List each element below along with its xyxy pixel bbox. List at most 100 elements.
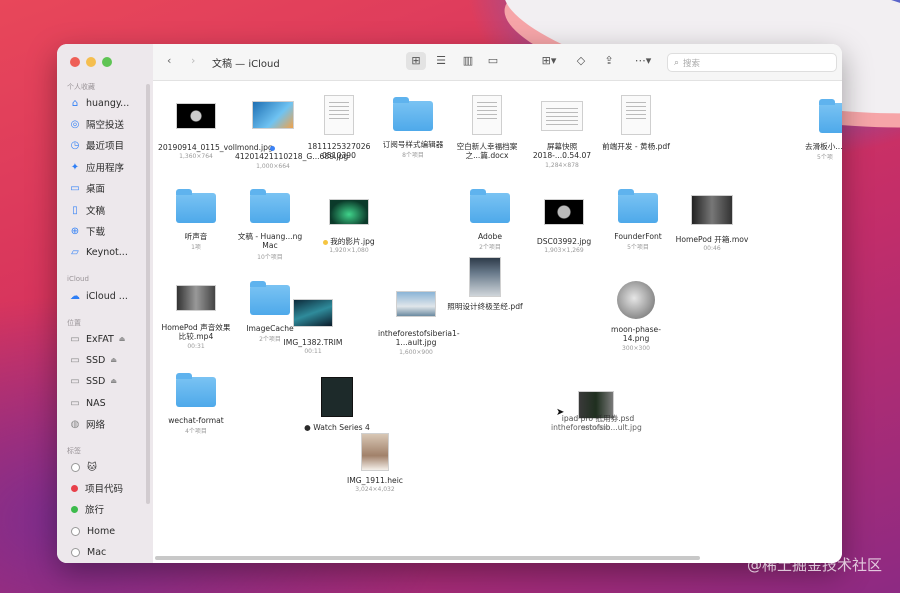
sidebar-section-icloud: iCloud — [67, 275, 89, 283]
sidebar-section-tags: 标签 — [67, 447, 81, 455]
file-item[interactable]: Adobe 2个项目 — [452, 189, 528, 251]
sidebar-tag-cat[interactable]: 🐱 — [69, 459, 97, 475]
file-item[interactable]: FounderFont 5个项目 — [600, 189, 676, 251]
sidebar-tag-home[interactable]: Home — [69, 523, 115, 539]
cloud-icon: ☁ — [70, 290, 80, 302]
folder-icon — [618, 189, 658, 223]
close-button[interactable] — [70, 57, 80, 67]
file-item[interactable]: HomePod 开箱.mov 00:46 — [674, 195, 750, 252]
apple-icon: ● — [304, 423, 311, 432]
sidebar: 个人收藏 ⌂ huangy... ◎ 隔空投送 ◷ 最近项目 ✦ 应用程序 ▭ 桌面 ▯ 文… — [57, 44, 154, 563]
sidebar-tag-project-code[interactable]: 项目代码 — [69, 480, 123, 496]
sidebar-scrollbar[interactable] — [146, 84, 150, 504]
mouse-cursor-icon: ➤ — [556, 407, 565, 418]
sidebar-item-downloads[interactable]: ⊕ 下载 — [69, 223, 105, 239]
folder-icon — [176, 189, 216, 223]
file-item[interactable]: 屏幕快照 2018-...0.54.07 1,284×878 — [524, 101, 600, 169]
forward-button[interactable]: › — [191, 54, 195, 67]
gallery-view-button[interactable]: ▭ — [483, 52, 503, 70]
folder-icon — [819, 99, 842, 133]
globe-icon: ◍ — [70, 418, 80, 430]
file-item[interactable]: moon-phase-14.png 300×300 — [598, 281, 674, 352]
file-item[interactable]: intheforestofsib...ult.jpg ipad pro 抵用券.… — [551, 391, 642, 432]
file-item[interactable]: wechat-format 4个项目 — [158, 373, 234, 435]
group-button[interactable]: ⊞▾ — [536, 52, 562, 70]
folder-icon — [393, 97, 433, 131]
tag-dot — [71, 526, 80, 536]
image-thumbnail — [329, 199, 369, 225]
sidebar-item-keynote[interactable]: ▱ Keynot... — [69, 244, 128, 260]
column-view-button[interactable]: ▥ — [458, 52, 478, 70]
toolbar: ‹ › 文稿 — iCloud ⊞ ☰ ▥ ▭ ⊞▾ ◇ ⇪ ⋯▾ ⌕ 搜索 — [153, 44, 842, 81]
home-icon: ⌂ — [71, 97, 79, 109]
folder-icon — [250, 189, 290, 223]
document-thumbnail — [324, 95, 354, 135]
eject-icon[interactable]: ⏏ — [119, 335, 126, 343]
file-item[interactable]: 我的影片.jpg 1,920×1,080 — [311, 199, 387, 254]
eject-icon[interactable]: ⏏ — [110, 356, 117, 364]
folder-icon: ▱ — [71, 246, 79, 258]
share-icon[interactable]: ⇪ — [599, 52, 619, 70]
sidebar-tag-travel[interactable]: 旅行 — [69, 501, 104, 517]
eject-icon[interactable]: ⏏ — [110, 377, 117, 385]
file-item[interactable]: IMG_1382.TRIM 00:11 — [275, 299, 351, 355]
minimize-button[interactable] — [86, 57, 96, 67]
video-thumbnail — [176, 285, 216, 311]
pdf-thumbnail — [469, 257, 501, 297]
sidebar-item-home[interactable]: ⌂ huangy... — [69, 95, 129, 111]
file-item[interactable]: DSC03992.jpg 1,903×1,269 — [526, 199, 602, 254]
drive-icon: ▭ — [70, 354, 80, 366]
tag-dot — [269, 145, 275, 151]
file-item[interactable]: ● Watch Series 4 — [299, 377, 375, 432]
file-item[interactable]: 1811125327026 0510390 — [301, 95, 377, 161]
file-item[interactable]: 20190914_0115_vollmond.jpg 1,360×764 — [158, 103, 273, 160]
tag-dot — [71, 505, 78, 513]
zoom-button[interactable] — [102, 57, 112, 67]
file-item[interactable]: 文稿 - Huang...ng Mac 10个项目 — [232, 189, 308, 261]
sidebar-item-icloud-drive[interactable]: ☁ iCloud ... — [69, 288, 128, 304]
file-item[interactable]: intheforestofsiberia1-1...ault.jpg 1,600… — [378, 291, 460, 356]
more-actions-button[interactable]: ⋯▾ — [629, 52, 657, 70]
tag-dot — [323, 239, 329, 245]
file-item[interactable]: 前端开发 - 黄杨.pdf — [598, 95, 674, 151]
file-item[interactable]: 听声音 1项 — [158, 189, 234, 251]
image-thumbnail — [252, 101, 294, 129]
back-button[interactable]: ‹ — [167, 54, 171, 67]
search-field[interactable]: ⌕ 搜索 — [667, 53, 837, 72]
horizontal-scrollbar[interactable] — [155, 556, 700, 560]
moon-thumbnail — [617, 281, 655, 319]
file-item[interactable]: 空白新人幸福档案 之...篇.docx — [449, 95, 525, 161]
icon-view-button[interactable]: ⊞ — [406, 52, 426, 70]
sidebar-section-locations: 位置 — [67, 319, 81, 327]
window-title: 文稿 — iCloud — [212, 59, 280, 70]
tag-icon[interactable]: ◇ — [571, 52, 591, 70]
sidebar-item-exfat[interactable]: ▭ ExFAT ⏏ — [69, 331, 125, 347]
sidebar-item-airdrop[interactable]: ◎ 隔空投送 — [69, 116, 124, 132]
list-view-button[interactable]: ☰ — [431, 52, 451, 70]
apps-icon: ✦ — [70, 161, 80, 173]
sidebar-item-nas[interactable]: ▭ NAS — [69, 395, 105, 411]
search-icon: ⌕ — [674, 57, 680, 68]
file-item[interactable]: 41201421110218_G...689.jpg 1,000×664 — [235, 101, 348, 170]
sidebar-item-recents[interactable]: ◷ 最近项目 — [69, 137, 124, 153]
file-item[interactable]: 照明设计终极圣经.pdf — [447, 257, 523, 311]
file-item[interactable]: 订阅号样式编辑器 8个项目 — [375, 97, 451, 159]
video-thumbnail — [293, 299, 333, 327]
sidebar-item-documents[interactable]: ▯ 文稿 — [69, 202, 105, 218]
pdf-thumbnail — [621, 95, 651, 135]
sidebar-section-favorites: 个人收藏 — [67, 83, 95, 91]
sidebar-item-ssd-2[interactable]: ▭ SSD ⏏ — [69, 373, 117, 389]
file-item[interactable]: 去滑板小...关 5个项 — [805, 99, 842, 161]
image-thumbnail — [396, 291, 436, 317]
sidebar-item-ssd-1[interactable]: ▭ SSD ⏏ — [69, 352, 117, 368]
file-item[interactable]: HomePod 声音效果比较.mp4 00:31 — [158, 285, 234, 350]
sidebar-item-network[interactable]: ◍ 网络 — [69, 416, 105, 432]
pdf-thumbnail — [321, 377, 353, 417]
sidebar-item-applications[interactable]: ✦ 应用程序 — [69, 159, 124, 175]
sidebar-tag-mac[interactable]: Mac — [69, 544, 106, 560]
sidebar-item-desktop[interactable]: ▭ 桌面 — [69, 180, 105, 196]
clock-icon: ◷ — [70, 139, 80, 151]
window-controls — [70, 57, 112, 67]
file-item[interactable]: IMG_1911.heic 3,024×4,032 — [337, 433, 413, 493]
image-thumbnail — [361, 433, 389, 471]
